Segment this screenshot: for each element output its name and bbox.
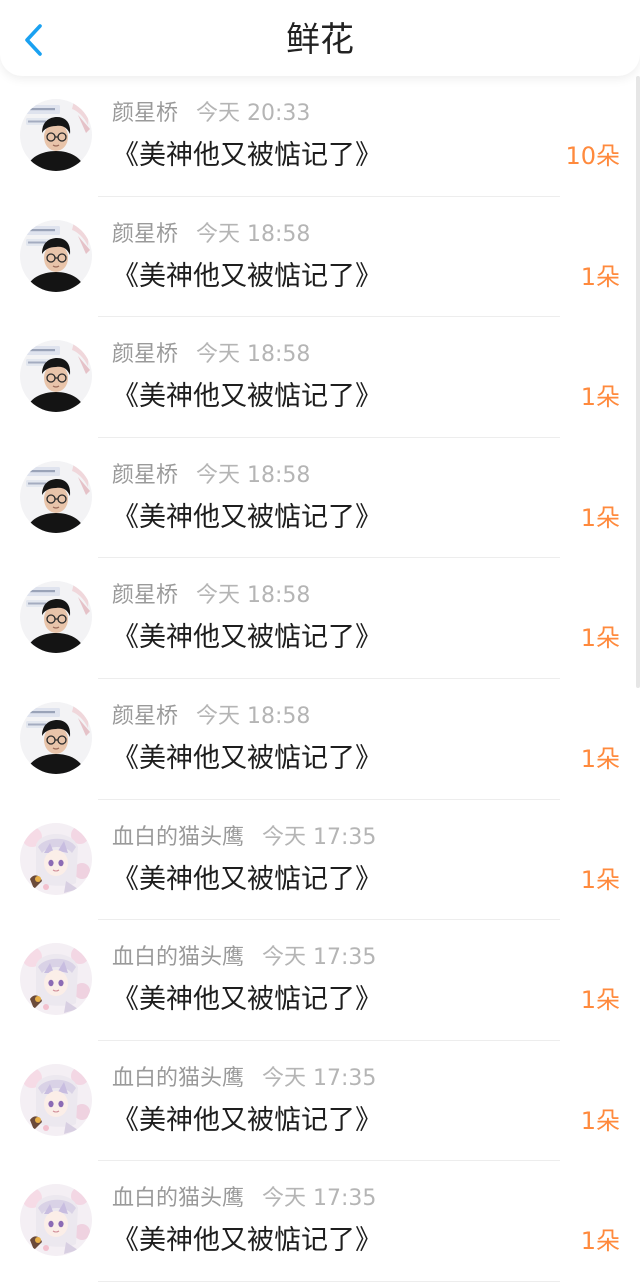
sender-name[interactable]: 血白的猫头鹰: [112, 1186, 244, 1211]
timestamp: 今天 17:35: [262, 1065, 377, 1091]
timestamp: 今天 17:35: [262, 945, 377, 971]
list-item[interactable]: 血白的猫头鹰 今天 17:35 《美神他又被惦记了》 1朵: [0, 800, 640, 921]
list-item[interactable]: 血白的猫头鹰 今天 17:35 《美神他又被惦记了》 1朵: [0, 1161, 640, 1282]
item-meta: 颜星桥 今天 20:33: [112, 100, 310, 128]
list-item[interactable]: 颜星桥 今天 18:58 《美神他又被惦记了》 1朵: [0, 317, 640, 438]
avatar-boy-photo[interactable]: [20, 99, 92, 171]
timestamp: 今天 17:35: [262, 1186, 377, 1212]
book-title[interactable]: 《美神他又被惦记了》: [112, 259, 382, 295]
sender-name[interactable]: 颜星桥: [112, 463, 178, 488]
avatar-boy-photo[interactable]: [20, 460, 92, 533]
flower-count: 1朵: [580, 744, 620, 773]
item-meta: 颜星桥 今天 18:58: [112, 221, 310, 249]
flower-count: 1朵: [580, 865, 620, 894]
sender-name[interactable]: 颜星桥: [112, 342, 178, 367]
book-title[interactable]: 《美神他又被惦记了》: [112, 620, 382, 656]
page-title: 鲜花: [286, 20, 354, 60]
item-meta: 血白的猫头鹰 今天 17:35: [112, 1065, 376, 1093]
avatar-anime-art[interactable]: [20, 822, 92, 895]
avatar-anime-art[interactable]: [20, 1063, 92, 1136]
item-meta: 颜星桥 今天 18:58: [112, 703, 310, 731]
item-meta: 颜星桥 今天 18:58: [112, 341, 310, 369]
sender-name[interactable]: 血白的猫头鹰: [112, 825, 244, 850]
book-title[interactable]: 《美神他又被惦记了》: [112, 741, 382, 777]
scrollbar[interactable]: [636, 76, 640, 688]
timestamp: 今天 18:58: [196, 342, 311, 368]
book-title[interactable]: 《美神他又被惦记了》: [112, 379, 382, 415]
list-item[interactable]: 颜星桥 今天 18:58 《美神他又被惦记了》 1朵: [0, 197, 640, 318]
timestamp: 今天 18:58: [196, 703, 311, 729]
sender-name[interactable]: 颜星桥: [112, 222, 178, 247]
avatar-boy-photo[interactable]: [20, 219, 92, 292]
timestamp: 今天 17:35: [262, 824, 377, 850]
list-item[interactable]: 颜星桥 今天 18:58 《美神他又被惦记了》 1朵: [0, 558, 640, 679]
avatar-anime-art[interactable]: [20, 1184, 92, 1257]
sender-name[interactable]: 颜星桥: [112, 583, 178, 608]
avatar-boy-photo[interactable]: [20, 340, 92, 413]
flower-count: 1朵: [580, 503, 620, 532]
flower-count: 1朵: [580, 986, 620, 1015]
flower-count: 1朵: [580, 262, 620, 291]
sender-name[interactable]: 血白的猫头鹰: [112, 1066, 244, 1091]
timestamp: 今天 18:58: [196, 583, 311, 609]
list-item[interactable]: 颜星桥 今天 18:58 《美神他又被惦记了》 1朵: [0, 679, 640, 800]
flower-gift-list: 颜星桥 今天 20:33 《美神他又被惦记了》 10朵 颜星桥 今天 18:58 《美神他…: [0, 76, 640, 1282]
list-item[interactable]: 血白的猫头鹰 今天 17:35 《美神他又被惦记了》 1朵: [0, 920, 640, 1041]
sender-name[interactable]: 颜星桥: [112, 101, 178, 126]
item-meta: 颜星桥 今天 18:58: [112, 462, 310, 490]
avatar-boy-photo[interactable]: [20, 701, 92, 774]
avatar-boy-photo[interactable]: [20, 581, 92, 654]
book-title[interactable]: 《美神他又被惦记了》: [112, 138, 382, 174]
avatar-anime-art[interactable]: [20, 943, 92, 1016]
sender-name[interactable]: 血白的猫头鹰: [112, 945, 244, 970]
item-meta: 血白的猫头鹰 今天 17:35: [112, 824, 376, 852]
book-title[interactable]: 《美神他又被惦记了》: [112, 1223, 382, 1259]
top-bar: 鲜花: [0, 0, 640, 76]
timestamp: 今天 20:33: [196, 101, 311, 126]
timestamp: 今天 18:58: [196, 462, 311, 488]
flower-count: 1朵: [580, 383, 620, 412]
book-title[interactable]: 《美神他又被惦记了》: [112, 862, 382, 898]
book-title[interactable]: 《美神他又被惦记了》: [112, 1103, 382, 1139]
flower-count: 1朵: [580, 1106, 620, 1135]
book-title[interactable]: 《美神他又被惦记了》: [112, 500, 382, 536]
list-item[interactable]: 颜星桥 今天 18:58 《美神他又被惦记了》 1朵: [0, 438, 640, 559]
flower-count: 1朵: [580, 624, 620, 653]
flower-count: 10朵: [565, 142, 620, 170]
item-meta: 血白的猫头鹰 今天 17:35: [112, 1185, 376, 1213]
list-item[interactable]: 颜星桥 今天 20:33 《美神他又被惦记了》 10朵: [0, 76, 640, 197]
sender-name[interactable]: 颜星桥: [112, 704, 178, 729]
item-meta: 血白的猫头鹰 今天 17:35: [112, 944, 376, 972]
book-title[interactable]: 《美神他又被惦记了》: [112, 982, 382, 1018]
item-meta: 颜星桥 今天 18:58: [112, 582, 310, 610]
flower-count: 1朵: [580, 1227, 620, 1256]
timestamp: 今天 18:58: [196, 221, 311, 247]
list-item[interactable]: 血白的猫头鹰 今天 17:35 《美神他又被惦记了》 1朵: [0, 1041, 640, 1162]
